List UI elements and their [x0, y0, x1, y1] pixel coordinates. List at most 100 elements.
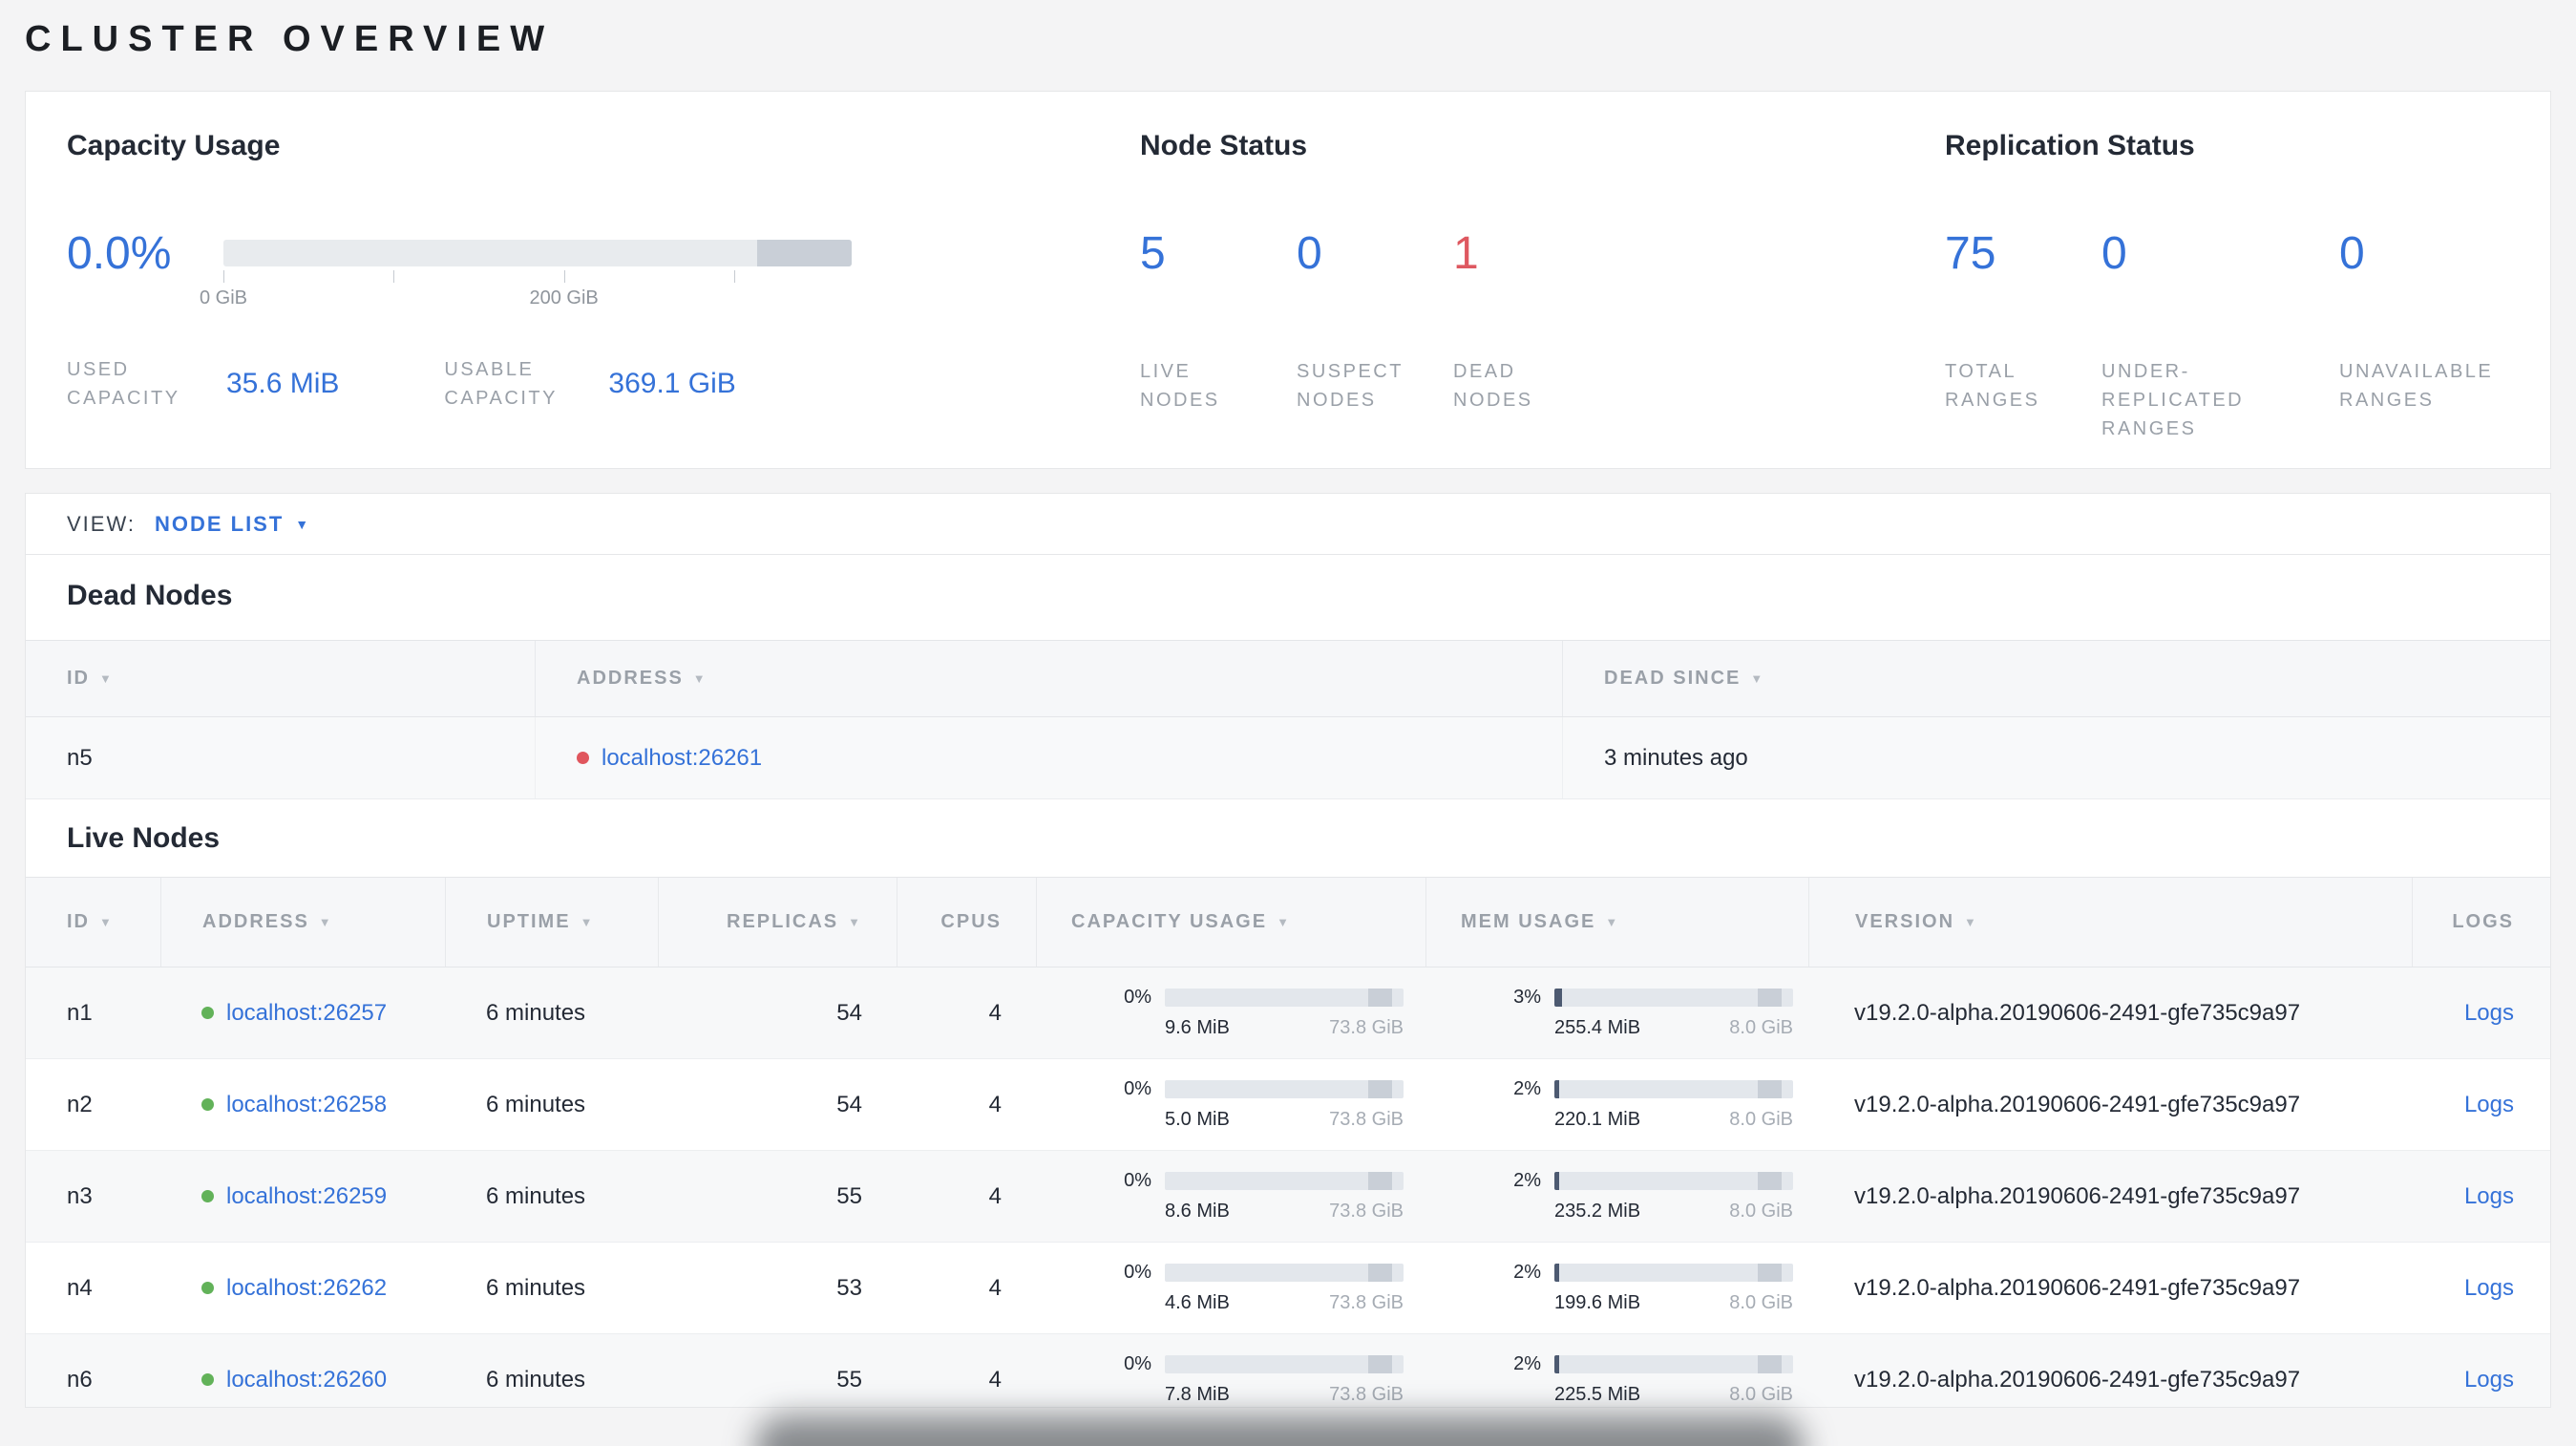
caret-down-icon: ▼ [295, 516, 309, 532]
cpus-cell: 4 [988, 1182, 1002, 1209]
view-selector-dropdown[interactable]: NODE LIST ▼ [155, 512, 308, 537]
version-cell: v19.2.0-alpha.20190606-2491-gfe735c9a97 [1854, 1366, 2301, 1393]
live-status-icon [201, 1373, 214, 1386]
mem-percent: 2% [1513, 1353, 1541, 1374]
under-replicated-count: 0 [2101, 228, 2127, 279]
node-id-cell: n6 [67, 1366, 93, 1393]
live-node-row: n6 localhost:26260 6 minutes 55 4 0% 7.8… [26, 1334, 2550, 1407]
column-header-uptime[interactable]: UPTIME ▼ [445, 878, 658, 967]
column-header-id[interactable]: ID ▼ [26, 878, 160, 967]
node-status-stats: 5 LIVE NODES 0 SUSPECT NODES 1 DEAD NODE… [1140, 227, 1610, 415]
node-list-content: VIEW: NODE LIST ▼ Dead Nodes ID ▼ ADDRES… [25, 493, 2551, 1408]
axis-tick [393, 270, 395, 283]
node-id-cell: n1 [67, 999, 93, 1026]
column-header-dead-since[interactable]: DEAD SINCE ▼ [1562, 641, 2550, 716]
replicas-cell: 54 [836, 1091, 862, 1117]
bottom-shadow [754, 1415, 1805, 1446]
node-address-link[interactable]: localhost:26257 [226, 1000, 387, 1027]
node-address-link[interactable]: localhost:26258 [226, 1092, 387, 1118]
sort-arrow-icon: ▼ [99, 915, 114, 929]
replicas-cell: 55 [836, 1366, 862, 1393]
node-id-cell: n4 [67, 1274, 93, 1301]
under-replicated-label: UNDER- REPLICATED RANGES [2101, 361, 2245, 439]
version-cell: v19.2.0-alpha.20190606-2491-gfe735c9a97 [1854, 999, 2301, 1026]
column-header-version[interactable]: VERSION ▼ [1808, 878, 2412, 967]
total-ranges-stat: 75 TOTAL RANGES [1945, 227, 2101, 443]
mem-used-value: 220.1 MiB [1554, 1109, 1641, 1130]
logs-link[interactable]: Logs [2464, 1183, 2514, 1210]
axis-tick [563, 270, 565, 283]
node-address-link[interactable]: localhost:26260 [226, 1367, 387, 1393]
version-cell: v19.2.0-alpha.20190606-2491-gfe735c9a97 [1854, 1091, 2301, 1117]
sort-arrow-icon: ▼ [580, 915, 595, 929]
capacity-total-value: 73.8 GiB [1329, 1017, 1404, 1038]
sort-arrow-icon: ▼ [318, 915, 333, 929]
sort-arrow-icon: ▼ [99, 671, 114, 686]
node-id-cell: n3 [67, 1182, 93, 1209]
unavailable-ranges-stat: 0 UNAVAILABLE RANGES [2339, 227, 2540, 443]
live-nodes-table-body: n1 localhost:26257 6 minutes 54 4 0% 9.6… [26, 968, 2550, 1407]
logs-link[interactable]: Logs [2464, 1000, 2514, 1027]
logs-link[interactable]: Logs [2464, 1092, 2514, 1118]
capacity-total-value: 73.8 GiB [1329, 1109, 1404, 1130]
cluster-summary-card: Capacity Usage Node Status Replication S… [25, 91, 2551, 469]
page-title: CLUSTER OVERVIEW [25, 19, 555, 59]
mem-mini-bar-used [1554, 989, 1562, 1007]
capacity-mini-bar-marker [1367, 1172, 1392, 1190]
uptime-cell: 6 minutes [486, 1274, 586, 1301]
logs-cell: Logs [2412, 1243, 2550, 1333]
mem-usage-cell: 2% 199.6 MiB 8.0 GiB [1425, 1243, 1808, 1333]
capacity-percent: 0% [1124, 1170, 1151, 1191]
column-header-mem-usage[interactable]: MEM USAGE ▼ [1425, 878, 1808, 967]
live-node-row: n2 localhost:26258 6 minutes 54 4 0% 5.0… [26, 1059, 2550, 1151]
logs-link[interactable]: Logs [2464, 1275, 2514, 1302]
mem-used-value: 225.5 MiB [1554, 1384, 1641, 1405]
capacity-usage-cell: 0% 7.8 MiB 73.8 GiB [1036, 1334, 1425, 1407]
node-address-cell: localhost:26261 [535, 717, 1562, 798]
mem-mini-bar [1554, 1172, 1793, 1190]
capacity-total-value: 73.8 GiB [1329, 1201, 1404, 1222]
dead-nodes-count: 1 [1453, 228, 1479, 279]
node-id-cell: n2 [67, 1091, 93, 1117]
logs-cell: Logs [2412, 1059, 2550, 1150]
live-status-icon [201, 1282, 214, 1294]
capacity-mini-bar-marker [1367, 989, 1392, 1007]
node-address-link[interactable]: localhost:26261 [602, 745, 762, 772]
live-nodes-heading: Live Nodes [67, 822, 221, 854]
node-address-link[interactable]: localhost:26259 [226, 1183, 387, 1210]
capacity-mini-bar [1165, 989, 1404, 1007]
live-node-row: n1 localhost:26257 6 minutes 54 4 0% 9.6… [26, 968, 2550, 1059]
capacity-percent: 0% [1124, 1078, 1151, 1099]
replication-status-stats: 75 TOTAL RANGES 0 UNDER- REPLICATED RANG… [1945, 227, 2540, 443]
node-address-link[interactable]: localhost:26262 [226, 1275, 387, 1302]
node-id-cell: n5 [67, 744, 93, 771]
live-status-icon [201, 1098, 214, 1111]
logs-link[interactable]: Logs [2464, 1367, 2514, 1393]
axis-tick [733, 270, 735, 283]
used-capacity-value: 35.6 MiB [226, 368, 340, 399]
mem-mini-bar-used [1554, 1172, 1559, 1190]
live-status-icon [201, 1007, 214, 1019]
node-address-cell: localhost:26259 [160, 1151, 445, 1242]
capacity-mini-bar-marker [1367, 1355, 1392, 1373]
column-header-id[interactable]: ID ▼ [26, 641, 535, 716]
sort-arrow-icon: ▼ [1605, 915, 1620, 929]
column-header-capacity-usage[interactable]: CAPACITY USAGE ▼ [1036, 878, 1425, 967]
cpus-cell: 4 [988, 1274, 1002, 1301]
live-nodes-count: 5 [1140, 228, 1166, 279]
mem-total-value: 8.0 GiB [1729, 1292, 1793, 1313]
capacity-used-percent: 0.0% [67, 228, 172, 279]
column-header-address[interactable]: ADDRESS ▼ [535, 641, 1562, 716]
mem-mini-bar-marker [1757, 1172, 1782, 1190]
view-label: VIEW: [67, 511, 136, 536]
mem-usage-cell: 2% 235.2 MiB 8.0 GiB [1425, 1151, 1808, 1242]
capacity-used-value: 9.6 MiB [1165, 1017, 1230, 1038]
replicas-cell: 54 [836, 999, 862, 1026]
column-header-replicas[interactable]: REPLICAS ▼ [658, 878, 897, 967]
capacity-mini-bar [1165, 1264, 1404, 1282]
mem-mini-bar-used [1554, 1355, 1559, 1373]
dead-nodes-heading: Dead Nodes [67, 580, 233, 611]
column-header-address[interactable]: ADDRESS ▼ [160, 878, 445, 967]
total-ranges-label: TOTAL RANGES [1945, 361, 2040, 411]
unavailable-ranges-count: 0 [2339, 228, 2365, 279]
